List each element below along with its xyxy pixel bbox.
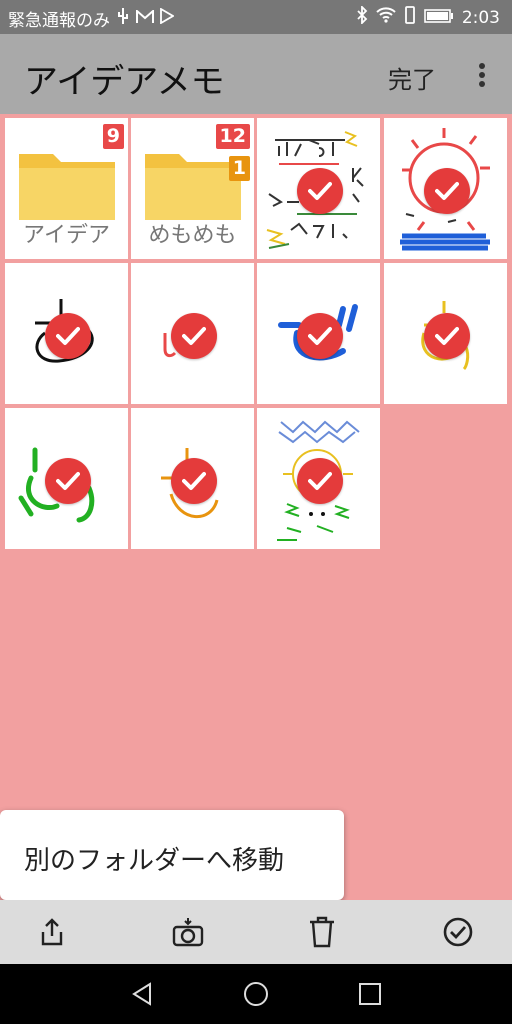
folder-icon (145, 154, 241, 220)
selected-check-icon (171, 313, 217, 359)
app-title: アイデアメモ (24, 62, 225, 102)
vibrate-icon (404, 6, 416, 29)
memo-thumbnail[interactable] (131, 408, 254, 549)
trash-icon[interactable] (292, 910, 352, 954)
subfolder-count-badge: 1 (228, 156, 250, 181)
folder-item[interactable]: めもめも 12 1 (131, 118, 254, 259)
check-circle-icon[interactable] (428, 910, 488, 954)
bottom-toolbar (0, 900, 512, 964)
gmail-icon (136, 8, 154, 29)
memo-thumbnail[interactable] (5, 408, 128, 549)
status-carrier-text: 緊急通報のみ (8, 11, 110, 31)
play-icon (160, 7, 175, 29)
selected-check-icon (45, 458, 91, 504)
selected-check-icon (171, 458, 217, 504)
recents-icon[interactable] (356, 980, 384, 1008)
status-left: 緊急通報のみ (8, 6, 175, 31)
status-right: 2:03 (356, 4, 500, 29)
back-icon[interactable] (128, 980, 156, 1008)
selected-check-icon (297, 458, 343, 504)
app-bar: アイデアメモ 完了 (0, 34, 512, 114)
home-icon[interactable] (242, 980, 270, 1008)
selected-check-icon (297, 168, 343, 214)
move-to-folder-menu-item[interactable]: 別のフォルダーへ移動 (24, 840, 284, 877)
memo-thumbnail[interactable] (5, 263, 128, 404)
folder-name: めもめも (148, 223, 237, 248)
note-count-badge: 9 (102, 124, 124, 149)
usb-icon (116, 7, 130, 30)
selected-check-icon (424, 168, 470, 214)
memo-thumbnail[interactable] (257, 263, 380, 404)
memo-thumbnail[interactable] (257, 408, 380, 549)
selected-check-icon (45, 313, 91, 359)
memo-thumbnail[interactable] (257, 118, 380, 259)
note-count-badge: 12 (215, 124, 250, 149)
selected-check-icon (297, 313, 343, 359)
done-button[interactable]: 完了 (388, 60, 436, 95)
camera-icon[interactable] (158, 910, 218, 954)
system-nav-bar (0, 964, 512, 1024)
move-folder-popup: 別のフォルダーへ移動 (0, 810, 344, 900)
status-time: 2:03 (461, 7, 500, 28)
memo-thumbnail[interactable] (384, 118, 507, 259)
bluetooth-icon (356, 4, 368, 29)
memo-grid: アイデア 9 めもめも 12 1 (5, 118, 507, 550)
memo-thumbnail[interactable] (384, 263, 507, 404)
folder-item[interactable]: アイデア 9 (5, 118, 128, 259)
battery-icon (424, 8, 454, 28)
more-vert-icon[interactable] (470, 62, 494, 88)
selected-check-icon (424, 313, 470, 359)
status-bar: 緊急通報のみ 2:03 (0, 0, 512, 34)
share-icon[interactable] (22, 910, 82, 954)
memo-thumbnail[interactable] (131, 263, 254, 404)
wifi-icon (376, 7, 396, 28)
folder-name: アイデア (23, 223, 110, 248)
folder-icon (19, 154, 115, 220)
